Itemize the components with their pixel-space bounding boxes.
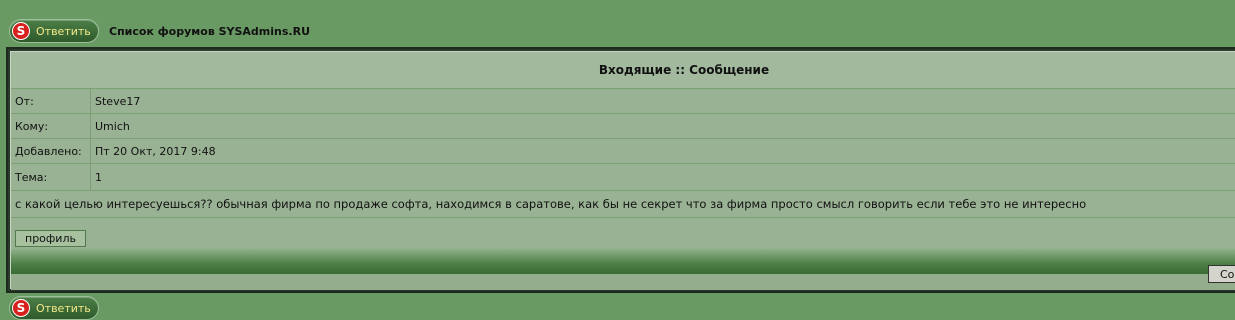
table-footer-strip [11,274,1235,290]
profile-row: профиль [11,218,1235,252]
field-row-subject: Тема: 1 [11,164,1235,191]
reply-button-label: Ответить [36,301,91,315]
message-panel: Входящие :: Сообщение От: Steve17 Кому: … [10,51,1235,290]
profile-button[interactable]: профиль [15,230,86,247]
reply-button[interactable]: S Ответить [9,19,99,43]
field-value-from: Steve17 [95,94,141,108]
field-row-to: Кому: Umich [11,114,1235,139]
message-header: Входящие :: Сообщение [11,52,1235,89]
message-body: с какой целью интересуешься?? обычная фи… [11,191,1235,218]
site-logo-icon: S [12,22,30,40]
field-value-to: Umich [95,119,130,133]
field-label-date: Добавлено: [11,139,91,163]
field-label-to: Кому: [11,114,91,138]
reply-button-bottom[interactable]: S Ответить [9,296,99,320]
site-logo-icon: S [12,299,30,317]
reply-button-label: Ответить [36,24,91,38]
field-value-date: Пт 20 Окт, 2017 9:48 [95,144,216,158]
table-footer-bar [11,249,1235,274]
field-label-subject: Тема: [11,164,91,190]
message-table: Входящие :: Сообщение От: Steve17 Кому: … [6,47,1235,293]
forum-list-link[interactable]: Список форумов SYSAdmins.RU [109,25,310,38]
field-row-from: От: Steve17 [11,89,1235,114]
field-label-from: От: [11,89,91,113]
field-row-date: Добавлено: Пт 20 Окт, 2017 9:48 [11,139,1235,164]
field-value-subject: 1 [95,170,102,184]
message-header-title: Входящие :: Сообщение [598,63,770,77]
submit-button[interactable]: Со [1208,265,1235,283]
